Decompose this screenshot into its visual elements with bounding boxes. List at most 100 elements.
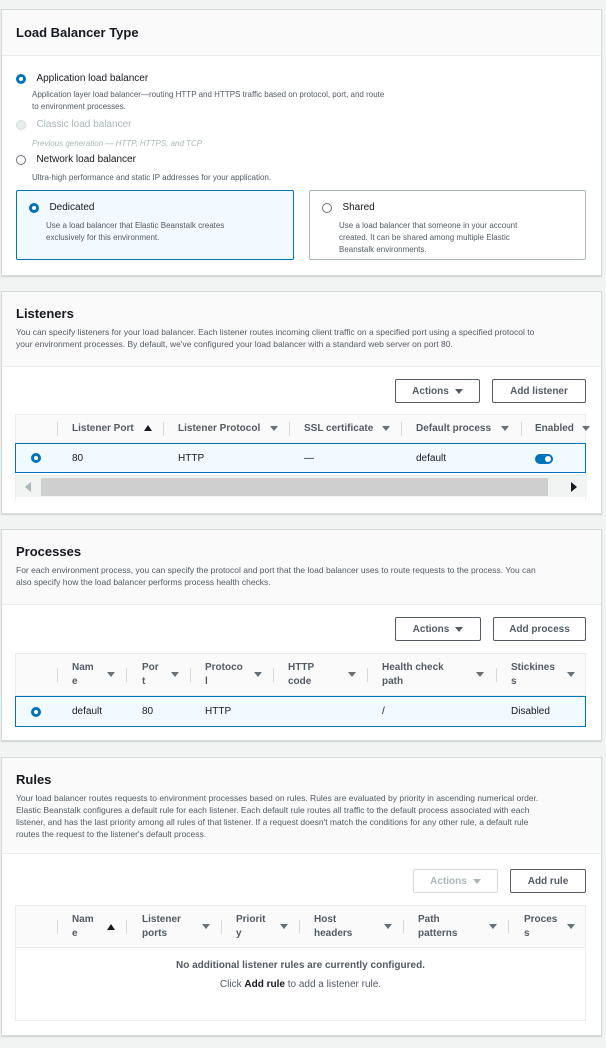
tile-shared[interactable]: Shared Use a load balancer that someone …	[309, 190, 586, 260]
sort-icon[interactable]	[582, 426, 590, 431]
sort-icon[interactable]	[107, 672, 115, 677]
sort-icon[interactable]	[348, 672, 356, 677]
sort-icon[interactable]	[171, 672, 179, 677]
listeners-title: Listeners	[16, 306, 74, 321]
tile-desc: Use a load balancer that someone in your…	[339, 221, 518, 230]
option-application-lb[interactable]: Application load balancer Application la…	[16, 70, 384, 112]
rules-table: Nam e Listener ports Priorit y Host headers …	[15, 905, 586, 1021]
rules-header: Rules Your load balancer routes requests…	[2, 758, 601, 854]
radio-application-lb[interactable]	[16, 73, 26, 84]
rules-desc: Elastic Beanstalk configures a default r…	[16, 805, 530, 815]
lb-type-title: Load Balancer Type	[16, 25, 139, 40]
empty-hint-post: to add a listener rule.	[284, 979, 382, 990]
scroll-right-icon[interactable]	[571, 482, 577, 492]
radio-dedicated[interactable]	[29, 202, 39, 213]
table-row[interactable]: default 80 HTTP / Disabled	[15, 696, 586, 727]
sort-icon[interactable]	[202, 924, 210, 929]
row-select-radio[interactable]	[31, 707, 41, 717]
chevron-down-icon	[454, 388, 463, 394]
cell-protocol: HTTP	[205, 706, 232, 717]
sort-icon[interactable]	[501, 426, 509, 431]
rules-title: Rules	[16, 772, 52, 787]
add-rule-label: Add rule	[527, 875, 569, 887]
option-desc: to environment processes.	[32, 102, 126, 111]
radio-shared[interactable]	[322, 202, 332, 213]
processes-actions-button[interactable]: Actions	[395, 617, 481, 641]
col-process[interactable]: Proces s	[524, 906, 557, 947]
sort-icon[interactable]	[280, 924, 288, 929]
sort-icon[interactable]	[567, 672, 575, 677]
empty-title: No additional listener rules are current…	[176, 960, 425, 971]
col-port[interactable]: Por t	[142, 654, 159, 695]
column-divider	[57, 422, 58, 436]
col-http-code[interactable]: HTTP code	[288, 654, 314, 695]
sort-icon[interactable]	[270, 426, 278, 431]
cell-process: default	[416, 452, 447, 464]
column-divider	[496, 668, 497, 682]
column-divider	[299, 920, 300, 934]
row-select-radio[interactable]	[31, 453, 41, 463]
column-divider	[57, 920, 58, 934]
scroll-left-icon[interactable]	[25, 482, 31, 492]
option-classic-lb: Classic load balancer Previous generatio…	[16, 116, 202, 149]
column-divider	[190, 668, 191, 682]
listeners-header: Listeners You can specify listeners for …	[2, 292, 601, 367]
add-listener-label: Add listener	[510, 385, 568, 397]
table-row[interactable]: 80 HTTP — default	[15, 443, 586, 473]
sort-icon[interactable]	[254, 672, 262, 677]
rules-desc: Your load balancer routes requests to en…	[16, 793, 539, 803]
tile-label: Shared	[342, 202, 375, 214]
column-divider	[163, 422, 164, 436]
col-protocol[interactable]: Protoco l	[205, 654, 243, 695]
col-listener-protocol[interactable]: Listener Protocol	[178, 415, 260, 442]
col-path-patterns[interactable]: Path patterns	[418, 906, 457, 947]
sort-icon[interactable]	[567, 924, 575, 929]
col-health-check-path[interactable]: Health check path	[382, 654, 444, 695]
add-rule-button[interactable]: Add rule	[510, 869, 586, 893]
sort-icon[interactable]	[489, 924, 497, 929]
processes-table: Nam e Por t Protoco l HTTP code Health check…	[15, 653, 586, 727]
option-label: Application load balancer	[36, 73, 149, 85]
sort-icon[interactable]	[476, 672, 484, 677]
cell-name: default	[72, 706, 103, 717]
listeners-actions-button[interactable]: Actions	[395, 379, 480, 403]
add-rule-link[interactable]: Add rule	[244, 979, 285, 990]
col-name[interactable]: Nam e	[72, 654, 94, 695]
col-priority[interactable]: Priorit y	[236, 906, 265, 947]
cell-ssl: —	[304, 452, 314, 464]
add-process-label: Add process	[509, 623, 570, 635]
actions-label: Actions	[430, 875, 467, 887]
enabled-toggle[interactable]	[535, 454, 553, 464]
option-network-lb[interactable]: Network load balancer Ultra-high perform…	[16, 151, 271, 183]
rules-actions-button[interactable]: Actions	[413, 869, 498, 893]
tile-label: Dedicated	[49, 202, 95, 214]
add-process-button[interactable]: Add process	[493, 617, 586, 641]
column-divider	[221, 920, 222, 934]
col-ssl-certificate[interactable]: SSL certificate	[304, 415, 373, 442]
col-listener-port[interactable]: Listener Port	[72, 415, 134, 442]
col-name[interactable]: Nam e	[72, 906, 94, 947]
rules-desc: listener, and has the last priority amon…	[16, 817, 529, 827]
processes-desc: also specify how the load balancer perfo…	[16, 577, 271, 587]
radio-network-lb[interactable]	[16, 154, 26, 165]
col-host-headers[interactable]: Host headers	[314, 906, 352, 947]
tile-dedicated[interactable]: Dedicated Use a load balancer that Elast…	[16, 190, 294, 260]
horizontal-scrollbar[interactable]	[16, 475, 587, 497]
processes-header: Processes For each environment process, …	[2, 530, 601, 605]
sort-ascending-icon[interactable]	[144, 425, 152, 431]
col-default-process[interactable]: Default process	[416, 415, 491, 442]
sort-icon[interactable]	[382, 426, 390, 431]
tile-desc: Beanstalk environments.	[339, 245, 427, 254]
column-divider	[367, 668, 368, 682]
cell-path: /	[382, 706, 385, 717]
lb-type-header: Load Balancer Type	[2, 10, 601, 56]
chevron-down-icon	[455, 626, 464, 632]
col-listener-ports[interactable]: Listener ports	[142, 906, 181, 947]
add-listener-button[interactable]: Add listener	[492, 379, 586, 403]
sort-icon[interactable]	[384, 924, 392, 929]
empty-state: No additional listener rules are current…	[16, 948, 585, 990]
scrollbar-thumb[interactable]	[41, 478, 548, 496]
sort-ascending-icon[interactable]	[107, 924, 115, 930]
col-stickiness[interactable]: Stickines s	[511, 654, 555, 695]
col-enabled[interactable]: Enabled	[535, 415, 574, 442]
